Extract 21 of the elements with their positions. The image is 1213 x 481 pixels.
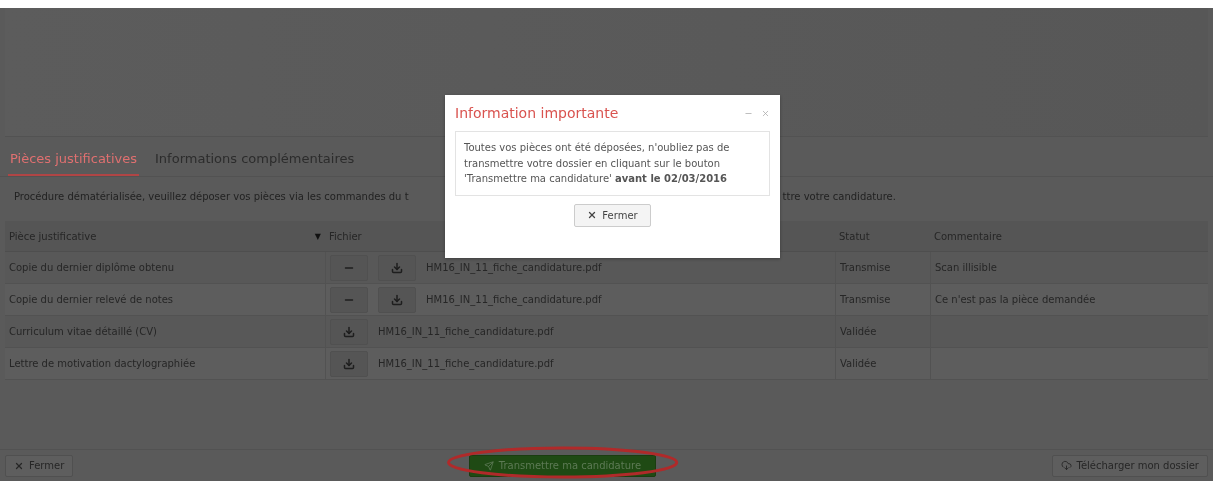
send-icon [483,460,494,471]
sort-indicator[interactable]: ▼ [314,231,321,241]
remove-button[interactable] [330,286,368,313]
download-button[interactable] [378,254,416,281]
download-button[interactable] [378,286,416,313]
download-icon [343,357,355,370]
cloud-download-icon [1060,460,1072,471]
modal-close-button[interactable]: Fermer [574,203,651,227]
close-button[interactable]: Fermer [5,454,74,477]
download-button[interactable] [330,350,368,377]
close-icon [587,210,598,220]
modal-title: Information importante [455,105,619,121]
download-icon [391,293,403,306]
close-icon [14,460,24,471]
close-icon[interactable] [761,108,770,118]
download-icon [343,325,355,338]
download-button[interactable] [330,318,368,345]
submit-button[interactable]: Transmettre ma candidature [468,454,657,477]
download-icon [391,261,403,274]
modal-message: Toutes vos pièces ont été déposées, n'oubliez pas de transmettre votre dossier en cliquant sur le bouton 'Transmettre ma candidature' avant le 02/03/2016 [455,131,770,196]
tab[interactable]: Pièces justificatives [8,145,140,176]
